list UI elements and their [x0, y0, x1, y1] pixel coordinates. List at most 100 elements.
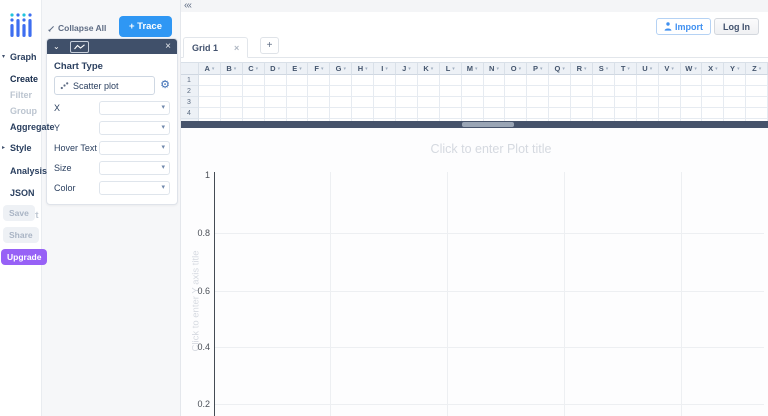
- grid-cell[interactable]: [636, 75, 659, 86]
- grid-cell[interactable]: [308, 75, 331, 86]
- sidebar-item-graph[interactable]: ▾ Graph: [0, 49, 41, 65]
- add-trace-button[interactable]: + Trace: [118, 16, 172, 37]
- column-header-p[interactable]: P ▾: [527, 63, 550, 75]
- grid-cell[interactable]: [264, 108, 287, 119]
- grid-cell[interactable]: [439, 75, 462, 86]
- column-header-l[interactable]: L ▾: [439, 63, 462, 75]
- grid-cell[interactable]: [746, 97, 768, 108]
- grid-cell[interactable]: [264, 75, 287, 86]
- grid-cell[interactable]: [724, 86, 747, 97]
- grid-cell[interactable]: [746, 108, 768, 119]
- grid-cell[interactable]: [439, 108, 462, 119]
- grid-cell[interactable]: [614, 75, 637, 86]
- grid-cell[interactable]: [614, 86, 637, 97]
- scrollbar-thumb[interactable]: [462, 122, 514, 127]
- grid-cell[interactable]: [549, 75, 572, 86]
- grid-cell[interactable]: [439, 86, 462, 97]
- chevron-down-icon[interactable]: ⌄: [53, 42, 60, 52]
- grid-cell[interactable]: [461, 97, 484, 108]
- grid-cell[interactable]: [374, 75, 397, 86]
- grid-cell[interactable]: [483, 97, 506, 108]
- grid-cell[interactable]: [746, 75, 768, 86]
- grid-cell[interactable]: [242, 86, 265, 97]
- color-dropdown[interactable]: ▾: [99, 181, 170, 195]
- grid-cell[interactable]: [330, 97, 353, 108]
- grid-cell[interactable]: [461, 75, 484, 86]
- grid-cell[interactable]: [702, 75, 725, 86]
- grid-cell[interactable]: [527, 75, 550, 86]
- grid-cell[interactable]: [658, 108, 681, 119]
- grid-cell[interactable]: [242, 75, 265, 86]
- grid-cell[interactable]: [483, 86, 506, 97]
- grid-cell[interactable]: [374, 86, 397, 97]
- grid-cell[interactable]: [658, 86, 681, 97]
- grid-cell[interactable]: [352, 86, 375, 97]
- grid-cell[interactable]: [264, 97, 287, 108]
- grid-cell[interactable]: [330, 108, 353, 119]
- sidebar-item-analysis[interactable]: Analysis: [0, 163, 47, 179]
- y-axis-title-placeholder[interactable]: Click to enter Y axis title: [191, 250, 202, 351]
- column-header-f[interactable]: F ▾: [308, 63, 331, 75]
- grid-cell[interactable]: [220, 108, 243, 119]
- grid-cell[interactable]: [636, 97, 659, 108]
- column-header-s[interactable]: S ▾: [593, 63, 615, 75]
- column-header-i[interactable]: I ▾: [374, 63, 397, 75]
- grid-cell[interactable]: [636, 108, 659, 119]
- column-header-z[interactable]: Z ▾: [746, 63, 768, 75]
- column-header-g[interactable]: G ▾: [330, 63, 353, 75]
- grid-cell[interactable]: [396, 86, 418, 97]
- grid-cell[interactable]: [286, 97, 309, 108]
- grid-cell[interactable]: [396, 75, 418, 86]
- grid-cell[interactable]: [374, 108, 397, 119]
- login-button[interactable]: Log In: [714, 18, 759, 35]
- column-header-t[interactable]: T ▾: [614, 63, 637, 75]
- column-header-y[interactable]: Y ▾: [724, 63, 747, 75]
- grid-cell[interactable]: [417, 75, 440, 86]
- grid-cell[interactable]: [330, 86, 353, 97]
- grid-cell[interactable]: [549, 97, 572, 108]
- column-header-m[interactable]: M ▾: [461, 63, 484, 75]
- grid-cell[interactable]: [571, 97, 594, 108]
- hover-text-dropdown[interactable]: ▾: [99, 141, 170, 155]
- grid-cell[interactable]: [242, 97, 265, 108]
- grid-cell[interactable]: [658, 97, 681, 108]
- column-header-j[interactable]: J ▾: [396, 63, 418, 75]
- sidebar-item-style[interactable]: ▸ Style: [0, 140, 41, 156]
- grid-cell[interactable]: [199, 108, 221, 119]
- grid-cell[interactable]: [593, 75, 615, 86]
- column-header-c[interactable]: C ▾: [242, 63, 265, 75]
- grid-cell[interactable]: [505, 75, 528, 86]
- column-header-u[interactable]: U ▾: [636, 63, 659, 75]
- column-header-o[interactable]: O ▾: [505, 63, 528, 75]
- grid-cell[interactable]: [264, 86, 287, 97]
- grid-cell[interactable]: [352, 108, 375, 119]
- collapse-panel-arrows[interactable]: ‹‹‹: [184, 0, 192, 12]
- column-header-w[interactable]: W ▾: [680, 63, 703, 75]
- collapse-all-button[interactable]: Collapse All: [48, 23, 106, 33]
- grid-cell[interactable]: [746, 86, 768, 97]
- grid-cell[interactable]: [680, 75, 703, 86]
- grid-cell[interactable]: [593, 108, 615, 119]
- grid-cell[interactable]: [527, 86, 550, 97]
- grid-cell[interactable]: [636, 86, 659, 97]
- grid-cell[interactable]: [571, 108, 594, 119]
- grid-cell[interactable]: [527, 108, 550, 119]
- row-number[interactable]: 1: [180, 75, 199, 86]
- column-header-r[interactable]: R ▾: [571, 63, 594, 75]
- column-header-e[interactable]: E ▾: [286, 63, 309, 75]
- grid-cell[interactable]: [483, 75, 506, 86]
- grid-cell[interactable]: [680, 86, 703, 97]
- row-number[interactable]: 3: [180, 97, 199, 108]
- size-dropdown[interactable]: ▾: [99, 161, 170, 175]
- grid-cell[interactable]: [220, 75, 243, 86]
- tab-close-icon[interactable]: ×: [234, 43, 239, 53]
- grid-cell[interactable]: [505, 108, 528, 119]
- grid-cell[interactable]: [286, 108, 309, 119]
- grid-cell[interactable]: [593, 86, 615, 97]
- grid-cell[interactable]: [680, 97, 703, 108]
- column-header-k[interactable]: K ▾: [417, 63, 440, 75]
- y-dropdown[interactable]: ▾: [99, 121, 170, 135]
- grid-cell[interactable]: [461, 108, 484, 119]
- grid-cell[interactable]: [571, 86, 594, 97]
- grid-cell[interactable]: [549, 108, 572, 119]
